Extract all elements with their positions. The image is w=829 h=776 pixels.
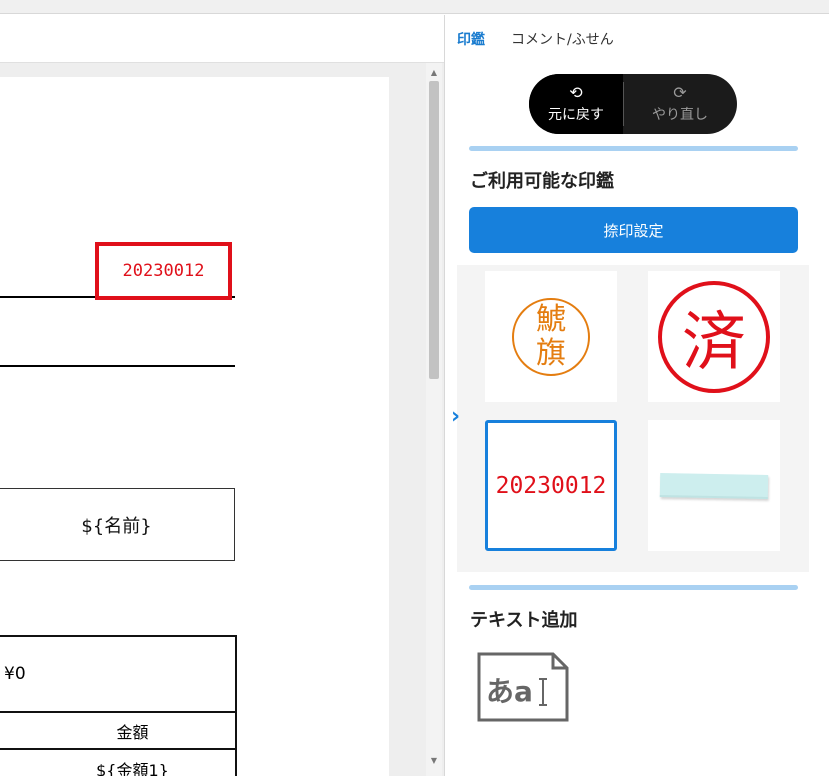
- undo-icon: ⟲: [569, 83, 583, 102]
- redo-label: やり直し: [652, 107, 708, 123]
- seal-tile-sticky[interactable]: [648, 420, 780, 551]
- table-value-text: ${金額1}: [96, 760, 169, 776]
- seal-tile-name[interactable]: 鯱 旗: [485, 271, 617, 402]
- date-seal-text: 20230012: [495, 472, 607, 499]
- vertical-scrollbar[interactable]: ▲ ▼: [426, 63, 442, 776]
- underline-2: [0, 365, 235, 367]
- seal-tile-date[interactable]: 20230012: [485, 420, 617, 551]
- placed-stamp-date: 20230012: [122, 261, 205, 281]
- name-placeholder: ${名前}: [81, 515, 152, 537]
- done-seal-char: 済: [682, 305, 746, 380]
- table-value-cell: ${金額1}: [0, 750, 235, 776]
- undo-label: 元に戻す: [548, 107, 604, 123]
- available-seals-title: ご利用可能な印鑑: [470, 171, 614, 192]
- redo-button[interactable]: ⟳ やり直し: [623, 74, 737, 134]
- viewer-header: [0, 15, 444, 63]
- table-top-cell: ¥0: [0, 637, 235, 713]
- undo-redo-group: ⟲ 元に戻す ⟳ やり直し: [529, 74, 737, 134]
- name-seal: 鯱 旗: [512, 297, 590, 376]
- scroll-down-arrow-icon[interactable]: ▼: [426, 753, 442, 767]
- name-seal-char-1: 鯱: [536, 301, 566, 337]
- amount-table: ¥0 金額 ${金額1}: [0, 635, 237, 776]
- text-add-icon[interactable]: あa: [476, 651, 572, 727]
- placed-date-stamp[interactable]: 20230012: [95, 242, 232, 300]
- redo-icon: ⟳: [673, 83, 687, 102]
- seal-grid: 鯱 旗 済 20230012: [457, 265, 809, 572]
- document-page[interactable]: 20230012 ${名前} ¥0 金額 ${金額1}: [0, 77, 389, 776]
- tab-comments-sticky[interactable]: コメント/ふせん: [511, 29, 614, 49]
- stamp-panel: 印鑑 コメント/ふせん ⟲ 元に戻す ⟳ やり直し ご利用可能な印鑑 捺印設定 …: [444, 15, 829, 776]
- section-divider-1: [469, 146, 798, 151]
- text-add-icon-glyph: あa: [486, 675, 533, 708]
- text-add-title: テキスト追加: [470, 610, 578, 631]
- panel-tabs: 印鑑 コメント/ふせん: [445, 15, 829, 61]
- app-window: 20230012 ${名前} ¥0 金額 ${金額1} ▲ ▼ 印鑑 コメント/…: [0, 0, 829, 776]
- scroll-up-arrow-icon[interactable]: ▲: [426, 65, 442, 79]
- tab-seals[interactable]: 印鑑: [457, 29, 485, 49]
- document-text-icon: あa: [477, 652, 569, 722]
- table-header-cell: 金額: [0, 713, 235, 750]
- section-divider-2: [469, 585, 798, 590]
- top-strip: [0, 0, 829, 14]
- stamp-settings-button[interactable]: 捺印設定: [469, 207, 798, 253]
- undo-button[interactable]: ⟲ 元に戻す: [529, 74, 623, 134]
- table-header-text: 金額: [116, 722, 149, 742]
- chevron-right-icon[interactable]: ›: [451, 404, 460, 429]
- document-viewer[interactable]: 20230012 ${名前} ¥0 金額 ${金額1} ▲ ▼: [0, 15, 444, 776]
- sticky-note-icon: [659, 472, 769, 499]
- name-field: ${名前}: [0, 488, 235, 561]
- done-seal: 済: [658, 280, 770, 393]
- name-seal-char-2: 旗: [536, 335, 566, 371]
- seal-tile-done[interactable]: 済: [648, 271, 780, 402]
- scroll-thumb[interactable]: [429, 81, 439, 379]
- table-top-text: ¥0: [4, 664, 26, 684]
